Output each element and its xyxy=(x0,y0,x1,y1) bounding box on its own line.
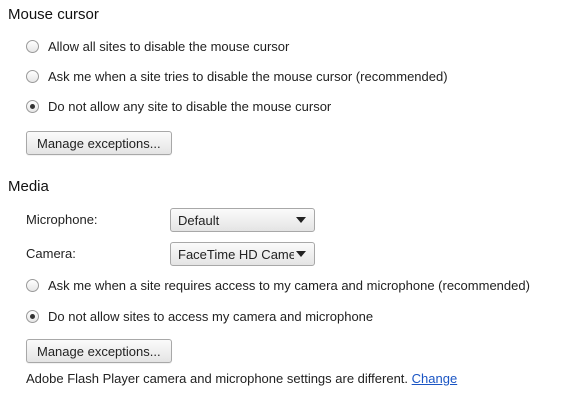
mouse-cursor-manage-exceptions-button[interactable]: Manage exceptions... xyxy=(26,131,172,155)
flash-note-text: Adobe Flash Player camera and microphone… xyxy=(26,371,409,386)
radio-label: Do not allow any site to disable the mou… xyxy=(48,99,332,114)
media-heading: Media xyxy=(8,178,49,195)
radio-label: Do not allow sites to access my camera a… xyxy=(48,309,374,324)
radio-indicator[interactable] xyxy=(26,100,39,113)
camera-select[interactable]: FaceTime HD Camera xyxy=(170,242,315,266)
radio-indicator[interactable] xyxy=(26,279,39,292)
mouse-cursor-heading: Mouse cursor xyxy=(8,6,99,23)
radio-label: Ask me when a site tries to disable the … xyxy=(48,69,448,84)
camera-label: Camera: xyxy=(26,246,76,261)
microphone-select[interactable]: Default xyxy=(170,208,315,232)
radio-ask-media-access[interactable]: Ask me when a site requires access to my… xyxy=(26,278,530,293)
camera-select-value: FaceTime HD Camera xyxy=(178,246,294,262)
radio-label: Allow all sites to disable the mouse cur… xyxy=(48,39,290,54)
radio-indicator[interactable] xyxy=(26,310,39,323)
radio-indicator[interactable] xyxy=(26,40,39,53)
dropdown-arrow-icon xyxy=(296,251,306,257)
media-manage-exceptions-button[interactable]: Manage exceptions... xyxy=(26,339,172,363)
microphone-label: Microphone: xyxy=(26,212,98,227)
microphone-select-value: Default xyxy=(178,212,220,228)
radio-block-media-access[interactable]: Do not allow sites to access my camera a… xyxy=(26,309,373,324)
radio-allow-disable-cursor[interactable]: Allow all sites to disable the mouse cur… xyxy=(26,39,289,54)
change-flash-settings-link[interactable]: Change xyxy=(412,371,458,386)
radio-indicator[interactable] xyxy=(26,70,39,83)
radio-ask-disable-cursor[interactable]: Ask me when a site tries to disable the … xyxy=(26,69,448,84)
flash-settings-note: Adobe Flash Player camera and microphone… xyxy=(26,371,457,386)
radio-label: Ask me when a site requires access to my… xyxy=(48,278,530,293)
dropdown-arrow-icon xyxy=(296,217,306,223)
radio-block-disable-cursor[interactable]: Do not allow any site to disable the mou… xyxy=(26,99,331,114)
